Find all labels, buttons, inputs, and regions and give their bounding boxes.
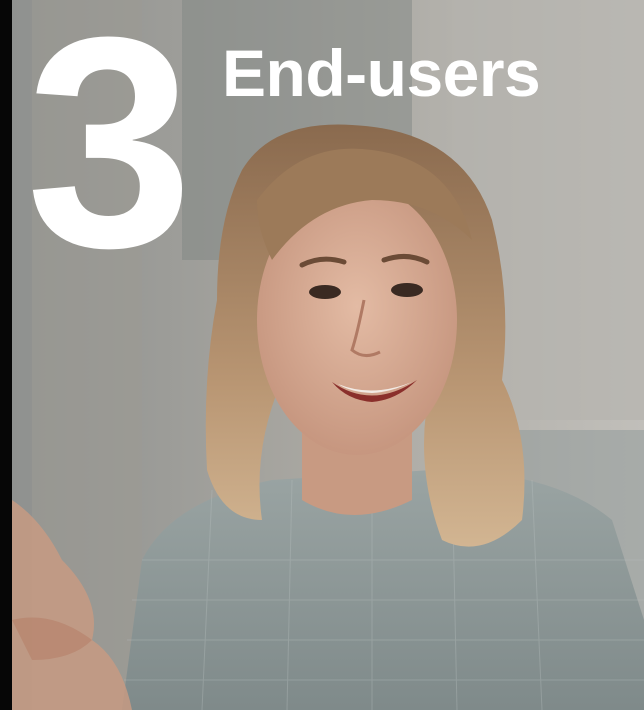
audience-title: End-users: [222, 36, 541, 110]
left-dark-border: [0, 0, 12, 710]
step-number: 3: [26, 0, 193, 310]
hero-card: 3 End-users: [0, 0, 644, 710]
